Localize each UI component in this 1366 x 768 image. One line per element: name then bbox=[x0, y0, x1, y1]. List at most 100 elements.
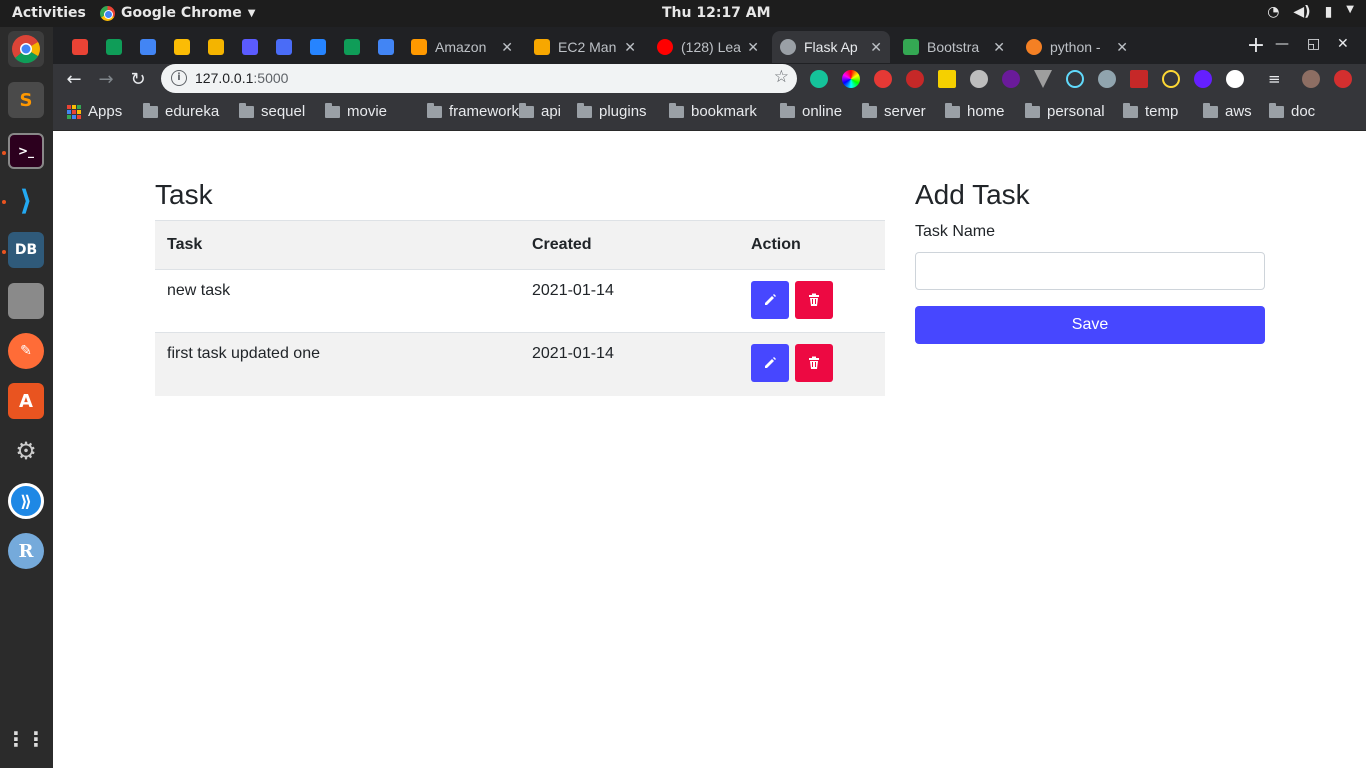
book-extension-icon[interactable] bbox=[1130, 70, 1148, 88]
column-header-created: Created bbox=[520, 220, 739, 270]
bookmark-label: edureka bbox=[165, 103, 220, 120]
color-picker-extension-icon[interactable] bbox=[842, 70, 860, 88]
pencil-icon bbox=[765, 357, 776, 368]
bookmark-folder[interactable]: bookmark bbox=[669, 102, 757, 120]
vscode-icon[interactable]: ⟩ bbox=[8, 182, 44, 218]
infinity-extension-icon[interactable] bbox=[874, 70, 892, 88]
bookmark-folder[interactable]: movie bbox=[325, 102, 388, 120]
folder-icon bbox=[577, 102, 592, 118]
bookmark-folder[interactable]: sequel bbox=[239, 102, 305, 120]
terminal-icon[interactable]: >_ bbox=[8, 133, 44, 169]
bookmark-folder[interactable]: online bbox=[780, 102, 842, 120]
activities-button[interactable]: Activities bbox=[12, 5, 86, 21]
tab[interactable]: Flask Ap ✕ bbox=[772, 31, 890, 63]
tab[interactable]: Bootstra ✕ bbox=[895, 31, 1013, 63]
update-chrome-icon[interactable] bbox=[1334, 70, 1352, 88]
bookmark-label: movie bbox=[347, 103, 388, 120]
bookmark-folder[interactable]: server bbox=[862, 102, 926, 120]
extension-badge-icon[interactable] bbox=[1002, 70, 1020, 88]
grammarly-extension-icon[interactable] bbox=[810, 70, 828, 88]
app-menu[interactable]: Google Chrome ▼ bbox=[100, 5, 255, 21]
tab[interactable]: python - ✕ bbox=[1018, 31, 1136, 63]
vue-devtools-icon[interactable] bbox=[1034, 70, 1052, 88]
clock[interactable]: Thu 12:17 AM bbox=[662, 5, 771, 21]
bookmark-folder[interactable]: api bbox=[519, 102, 562, 120]
maximize-icon[interactable]: ◱ bbox=[1307, 36, 1320, 52]
react-devtools-icon[interactable] bbox=[1066, 70, 1084, 88]
pinned-tab[interactable] bbox=[131, 31, 165, 63]
file-manager-icon[interactable] bbox=[8, 283, 44, 319]
close-tab-icon[interactable]: ✕ bbox=[624, 39, 636, 56]
bookmark-apps[interactable]: Apps bbox=[67, 103, 122, 120]
close-tab-icon[interactable]: ✕ bbox=[870, 39, 882, 56]
bookmark-folder[interactable]: home bbox=[945, 102, 1005, 120]
media-controls-icon[interactable]: ≡ bbox=[1268, 70, 1286, 88]
apps-grid-icon bbox=[67, 104, 81, 119]
chrome-dock-icon[interactable] bbox=[8, 31, 44, 67]
pinned-tab[interactable] bbox=[301, 31, 335, 63]
close-tab-icon[interactable]: ✕ bbox=[501, 39, 513, 56]
reload-icon[interactable]: ↻ bbox=[125, 67, 151, 93]
minimize-icon[interactable]: — bbox=[1275, 36, 1289, 52]
pinned-tab[interactable] bbox=[165, 31, 199, 63]
pen-extension-icon[interactable] bbox=[1098, 70, 1116, 88]
settings-tools-icon[interactable]: ⚙ bbox=[8, 433, 44, 469]
bookmark-star-icon[interactable]: ☆ bbox=[774, 67, 789, 87]
profile-avatar[interactable] bbox=[1302, 70, 1320, 88]
edit-task-button[interactable] bbox=[751, 281, 789, 319]
edit-task-button[interactable] bbox=[751, 344, 789, 382]
bookmark-folder[interactable]: doc bbox=[1269, 102, 1315, 120]
url-text[interactable]: 127.0.0.1:5000 bbox=[195, 70, 288, 86]
save-button[interactable]: Save bbox=[915, 306, 1265, 344]
bookmark-folder[interactable]: edureka bbox=[143, 102, 220, 120]
show-applications-icon[interactable]: ⋮⋮ bbox=[6, 721, 46, 757]
pinned-tab[interactable] bbox=[267, 31, 301, 63]
postman-icon[interactable]: ✎ bbox=[8, 333, 44, 369]
close-tab-icon[interactable]: ✕ bbox=[747, 39, 759, 56]
pinned-tab[interactable] bbox=[335, 31, 369, 63]
pinned-tab[interactable] bbox=[63, 31, 97, 63]
globe-extension-icon[interactable] bbox=[970, 70, 988, 88]
adblock-plus-extension-icon[interactable] bbox=[906, 70, 924, 88]
software-center-icon[interactable]: A bbox=[8, 383, 44, 419]
bookmark-folder[interactable]: plugins bbox=[577, 102, 647, 120]
bookmark-folder[interactable]: aws bbox=[1203, 102, 1252, 120]
pinned-tab[interactable] bbox=[199, 31, 233, 63]
folder-icon bbox=[325, 102, 340, 118]
folder-icon bbox=[945, 102, 960, 118]
tab[interactable]: (128) Lea ✕ bbox=[649, 31, 767, 63]
task-name-input[interactable] bbox=[915, 252, 1265, 290]
tab[interactable]: Amazon ✕ bbox=[403, 31, 521, 63]
close-tab-icon[interactable]: ✕ bbox=[993, 39, 1005, 56]
close-tab-icon[interactable]: ✕ bbox=[1116, 39, 1128, 56]
pinned-tab[interactable] bbox=[97, 31, 131, 63]
system-tray[interactable]: ◔ ◀) ▮ ▼ bbox=[1267, 4, 1354, 20]
tab[interactable]: EC2 Man ✕ bbox=[526, 31, 644, 63]
coin-extension-icon[interactable] bbox=[1162, 70, 1180, 88]
extension-icon[interactable] bbox=[938, 70, 956, 88]
sublime-text-icon[interactable]: S bbox=[8, 82, 44, 118]
drive-icon bbox=[174, 39, 190, 55]
bookmark-folder[interactable]: temp bbox=[1123, 102, 1178, 120]
pinned-tab[interactable] bbox=[369, 31, 403, 63]
flutter-app-icon[interactable]: ⟫ bbox=[8, 483, 44, 519]
back-icon[interactable]: ← bbox=[61, 67, 87, 93]
address-bar[interactable]: i 127.0.0.1:5000 ☆ bbox=[161, 64, 797, 93]
new-tab-button[interactable]: + bbox=[1243, 34, 1269, 60]
euro-extension-icon[interactable] bbox=[1194, 70, 1212, 88]
bookmark-folder[interactable]: framework bbox=[427, 102, 519, 120]
r-studio-icon[interactable]: R bbox=[8, 533, 44, 569]
close-window-icon[interactable]: ✕ bbox=[1337, 36, 1349, 52]
site-info-icon[interactable]: i bbox=[171, 70, 187, 86]
delete-task-button[interactable] bbox=[795, 344, 834, 382]
bookmark-folder[interactable]: personal bbox=[1025, 102, 1105, 120]
bookmark-label: aws bbox=[1225, 103, 1252, 120]
folder-icon bbox=[1123, 102, 1138, 118]
bookmark-label: api bbox=[541, 103, 562, 120]
delete-task-button[interactable] bbox=[795, 281, 834, 319]
stackoverflow-icon bbox=[1026, 39, 1042, 55]
forward-icon[interactable]: → bbox=[93, 67, 119, 93]
pinned-tab[interactable] bbox=[233, 31, 267, 63]
mysql-workbench-icon[interactable]: DB bbox=[8, 232, 44, 268]
circle-extension-icon[interactable] bbox=[1226, 70, 1244, 88]
